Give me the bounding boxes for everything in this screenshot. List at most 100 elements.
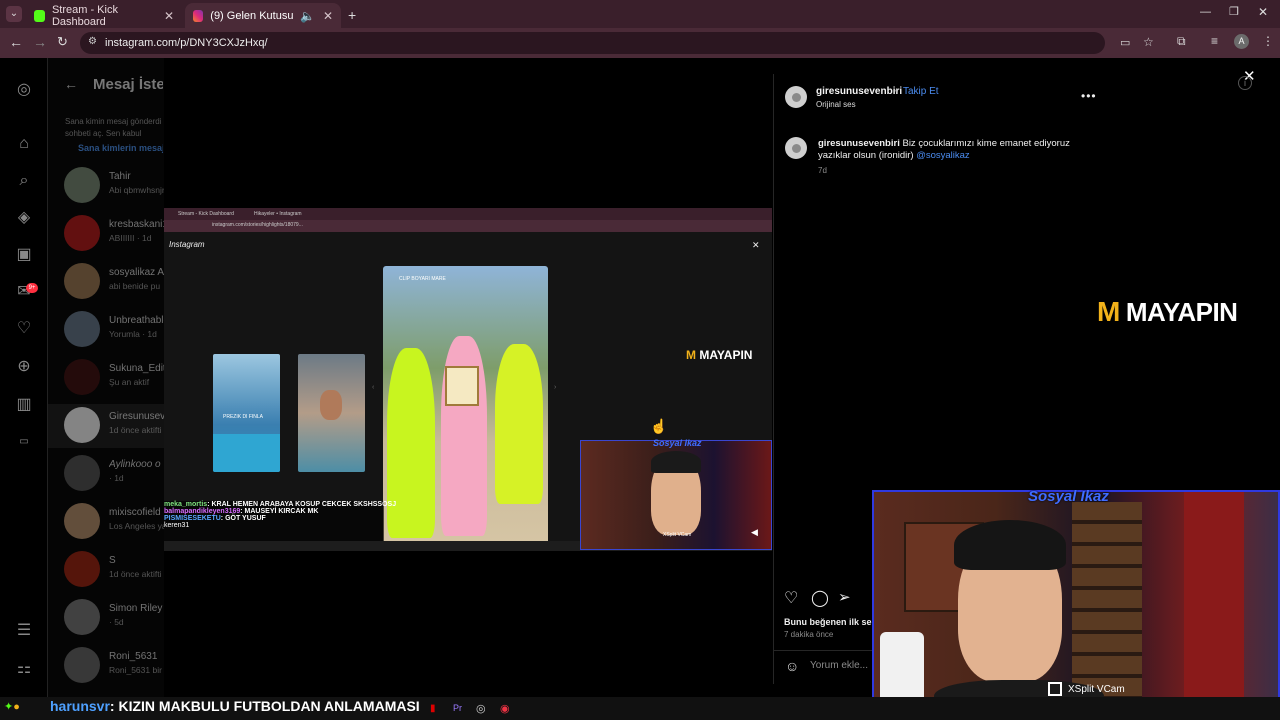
- webcam-title: Sosyal Ikaz: [1028, 488, 1109, 505]
- share-icon[interactable]: ➢: [838, 588, 851, 606]
- taskbar-app-icon[interactable]: ▮: [430, 703, 436, 714]
- list-item[interactable]: sosyalikaz AFabi benide pu: [64, 263, 164, 307]
- people-shape: [320, 390, 342, 420]
- small-webcam-title: Sosyal Ikaz: [653, 438, 702, 448]
- post-time: 7 dakika önce: [784, 630, 834, 639]
- likes-text: Bunu beğenen ilk sen: [784, 617, 872, 627]
- new-tab-button[interactable]: +: [348, 7, 356, 23]
- menu-icon[interactable]: ⋮: [1262, 34, 1274, 48]
- meta-apps-icon[interactable]: ⚏: [15, 660, 33, 678]
- list-item[interactable]: Tahir Abi qbmwhsnjr: [64, 167, 164, 211]
- capture-mayapin-logo: M MAYAPIN: [686, 348, 753, 362]
- story-header: CLIP BOYARI MARE: [399, 276, 446, 282]
- window-close-icon[interactable]: ✕: [1258, 5, 1268, 19]
- audio-label[interactable]: Orijinal ses: [816, 100, 856, 109]
- create-icon[interactable]: ⊕: [15, 358, 33, 376]
- messages-badge: 9+: [26, 283, 38, 293]
- list-item[interactable]: Aylinkooo o · 1d: [64, 455, 164, 499]
- list-item[interactable]: S 1d önce aktifti: [64, 551, 164, 595]
- post-author[interactable]: giresunusevenbiri: [816, 86, 902, 97]
- requests-title: Mesaj İste: [93, 76, 163, 93]
- profile-avatar[interactable]: A: [1234, 34, 1249, 49]
- list-item[interactable]: Sukuna_EditsŞu an aktif: [64, 359, 164, 403]
- story-main-frame: CLIP BOYARI MARE: [383, 266, 548, 551]
- ticker-text: : KIZIN MAKBULU FUTBOLDAN ANLAMAMASI: [109, 698, 420, 714]
- home-icon[interactable]: ⌂: [15, 135, 33, 153]
- avatar: [64, 215, 100, 251]
- close-icon[interactable]: ✕: [164, 9, 174, 23]
- media-control-icon[interactable]: ≡: [1211, 34, 1218, 48]
- chat-line: balmapandikleyen3169: MAUSEYİ KIRCAK MK: [164, 508, 319, 515]
- like-heart-icon[interactable]: ♡: [784, 588, 798, 608]
- dashboard-icon[interactable]: ▥: [15, 396, 33, 414]
- reload-icon[interactable]: ↻: [57, 34, 68, 50]
- list-item[interactable]: Roni_5631 Roni_5631 bir: [64, 647, 164, 691]
- person-yellow-right: [495, 344, 543, 504]
- restore-icon[interactable]: ❐: [1229, 5, 1239, 18]
- more-options-icon[interactable]: •••: [1081, 89, 1097, 103]
- caption-mention[interactable]: @sosyalikaz: [916, 150, 969, 161]
- back-arrow-icon[interactable]: ←: [64, 76, 78, 92]
- extensions-icon[interactable]: ⧉: [1177, 34, 1186, 49]
- emoji-icon[interactable]: ☺: [785, 658, 799, 674]
- more-menu-icon[interactable]: ☰: [15, 622, 33, 640]
- capture-tab-label: Stream - Kick Dashboard: [178, 211, 234, 217]
- story-prev-icon: ‹: [372, 384, 375, 391]
- tab-instagram-inbox[interactable]: (9) Gelen Kutusu • Sohbetle 🔈 ✕: [185, 3, 341, 28]
- forward-icon[interactable]: →: [33, 34, 47, 50]
- caption-author-avatar[interactable]: [785, 137, 807, 159]
- story-thumbnail: PREZIK DI FINLA: [213, 354, 280, 472]
- instagram-icon: [193, 9, 204, 22]
- close-icon[interactable]: ✕: [323, 9, 333, 23]
- taskbar-chrome-icon[interactable]: ◉: [500, 702, 510, 715]
- taskbar-app-icon[interactable]: Pr: [453, 703, 462, 713]
- streamer-hair-shape: [954, 520, 1066, 570]
- explore-icon[interactable]: ◈: [15, 209, 33, 227]
- info-icon[interactable]: i: [1238, 76, 1252, 90]
- reels-icon[interactable]: ▣: [15, 246, 33, 264]
- capture-close-icon: ✕: [752, 240, 760, 250]
- threads-icon[interactable]: ▭: [15, 433, 33, 451]
- capture-instagram-brand: Instagram: [169, 240, 205, 249]
- minimize-icon[interactable]: —: [1200, 6, 1211, 18]
- avatar: [64, 599, 100, 635]
- person-yellow-left: [387, 348, 435, 538]
- vcam-watermark: XSplit VCam: [1048, 682, 1125, 696]
- back-icon[interactable]: ←: [9, 34, 23, 50]
- site-info-icon[interactable]: ⚙: [88, 36, 97, 47]
- list-item[interactable]: kresbaskani1 ABIIIIII · 1d: [64, 215, 164, 259]
- mayapin-mark-icon: M: [686, 348, 700, 362]
- author-avatar[interactable]: [785, 86, 807, 108]
- follow-button[interactable]: Takip Et: [903, 86, 939, 97]
- curtain-shape: [1184, 492, 1244, 718]
- list-item[interactable]: mixiscofield Los Angeles ya: [64, 503, 164, 547]
- tab-kick-dashboard[interactable]: Stream - Kick Dashboard ✕: [26, 3, 182, 28]
- requests-link[interactable]: Sana kimlerin mesaj: [78, 143, 163, 153]
- tab-search-icon[interactable]: ⌄: [6, 6, 22, 22]
- story-thumbnail: [298, 354, 365, 472]
- separator-dot: •: [895, 86, 899, 97]
- mayapin-mark-icon: M: [1097, 296, 1120, 327]
- instagram-logo-icon[interactable]: ◎: [15, 81, 33, 99]
- list-item[interactable]: Giresunusever1d önce aktifti: [64, 407, 164, 451]
- comment-icon[interactable]: ◯: [811, 588, 829, 608]
- small-webcam-overlay: XSplit VCam ◀: [580, 440, 772, 550]
- search-icon[interactable]: ⌕: [15, 172, 33, 190]
- notifications-heart-icon[interactable]: ♡: [15, 320, 33, 338]
- chat-line: keren31: [164, 522, 190, 529]
- speaker-icon[interactable]: 🔈: [300, 9, 315, 23]
- caption-author[interactable]: giresunusevenbiri: [818, 138, 900, 149]
- caption-age: 7d: [818, 166, 827, 175]
- url-input[interactable]: ⚙ instagram.com/p/DNY3CXJzHxq/ ▭ ☆: [80, 32, 1154, 54]
- ticker-message: harunsvr: KIZIN MAKBULU FUTBOLDAN ANLAMA…: [50, 698, 420, 714]
- taskbar-app-icon[interactable]: ◎: [476, 702, 486, 715]
- avatar: [64, 503, 100, 539]
- tab-label: (9) Gelen Kutusu • Sohbetle: [210, 9, 296, 22]
- bookmark-star-icon[interactable]: ☆: [1143, 35, 1154, 49]
- cast-icon[interactable]: ▭: [1120, 36, 1130, 49]
- bookshelf-shape: [1072, 502, 1142, 702]
- capture-tab-bar: Stream - Kick Dashboard Hikayeler • Inst…: [164, 208, 772, 220]
- list-item[interactable]: Unbreathable Yorumla · 1d: [64, 311, 164, 355]
- list-item[interactable]: Simon Riley · 5d: [64, 599, 164, 643]
- comment-input[interactable]: Yorum ekle...: [810, 660, 870, 671]
